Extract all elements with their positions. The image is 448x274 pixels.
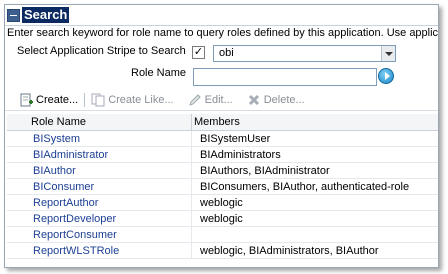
members-cell: weblogic, BIAdministrators, BIAuthor (191, 242, 438, 259)
toolbar-divider (84, 93, 86, 107)
column-header-role-name[interactable]: Role Name (7, 114, 192, 131)
create-like-label: Create Like... (108, 94, 174, 106)
column-header-members[interactable]: Members (191, 114, 438, 131)
edit-label: Edit... (204, 94, 233, 106)
table-row[interactable]: ReportConsumer (7, 226, 438, 243)
section-header: Search (5, 5, 438, 26)
role-name-label: Role Name (131, 67, 187, 79)
role-name-input[interactable] (193, 68, 377, 86)
role-name-cell[interactable]: ReportAuthor (7, 194, 192, 211)
table-row[interactable]: BISystem BISystemUser (7, 130, 438, 147)
members-cell: BISystemUser (191, 130, 438, 147)
search-panel: Search Enter search keyword for role nam… (4, 4, 439, 268)
create-button[interactable]: Create... (19, 90, 78, 110)
role-name-cell[interactable]: BIConsumer (7, 178, 192, 195)
role-name-cell[interactable]: ReportWLSTRole (7, 242, 192, 259)
table-row[interactable]: ReportWLSTRole weblogic, BIAdministrators… (7, 242, 438, 259)
section-title: Search (22, 7, 70, 23)
delete-button[interactable]: Delete... (247, 90, 305, 110)
pencil-icon (188, 93, 202, 107)
members-cell: weblogic (191, 210, 438, 227)
members-cell (191, 226, 438, 243)
edit-button[interactable]: Edit... (188, 90, 233, 110)
role-name-cell[interactable]: ReportConsumer (7, 226, 192, 243)
members-cell: weblogic (191, 194, 438, 211)
toolbar: Create... Create Like... Edit... Delete.… (5, 90, 438, 111)
checkmark-icon: ✓ (193, 46, 204, 58)
copy-icon (91, 93, 105, 107)
delete-label: Delete... (263, 94, 305, 106)
delete-icon (247, 93, 261, 107)
members-cell: BIConsumers, BIAuthor, authenticated-rol… (191, 178, 438, 195)
table-row[interactable]: BIAuthor BIAuthors, BIAdministrator (7, 162, 438, 179)
chevron-down-icon[interactable] (381, 46, 395, 61)
table-header-row: Role Name Members (7, 114, 438, 131)
stripe-select[interactable]: obi (213, 45, 396, 62)
create-icon (19, 93, 33, 107)
role-name-cell[interactable]: BIAdministrator (7, 146, 192, 163)
search-go-button[interactable] (378, 68, 394, 84)
table-row[interactable]: BIConsumer BIConsumers, BIAuthor, authent… (7, 178, 438, 195)
create-like-button[interactable]: Create Like... (91, 90, 174, 110)
roles-table: Role Name Members BISystem BISystemUser B… (7, 114, 438, 259)
stripe-select-value: obi (219, 47, 234, 59)
role-name-cell[interactable]: ReportDeveloper (7, 210, 192, 227)
stripe-checkbox[interactable]: ✓ (192, 46, 205, 59)
table-row[interactable]: ReportAuthor weblogic (7, 194, 438, 211)
members-cell: BIAuthors, BIAdministrator (191, 162, 438, 179)
table-row[interactable]: BIAdministrator BIAdministrators (7, 146, 438, 163)
role-name-cell[interactable]: BISystem (7, 130, 192, 147)
table-row[interactable]: ReportDeveloper weblogic (7, 210, 438, 227)
role-name-cell[interactable]: BIAuthor (7, 162, 192, 179)
collapse-icon[interactable] (7, 8, 20, 22)
instruction-text: Enter search keyword for role name to qu… (7, 27, 439, 39)
members-cell: BIAdministrators (191, 146, 438, 163)
create-label: Create... (36, 94, 79, 106)
stripe-label: Select Application Stripe to Search (17, 45, 186, 57)
